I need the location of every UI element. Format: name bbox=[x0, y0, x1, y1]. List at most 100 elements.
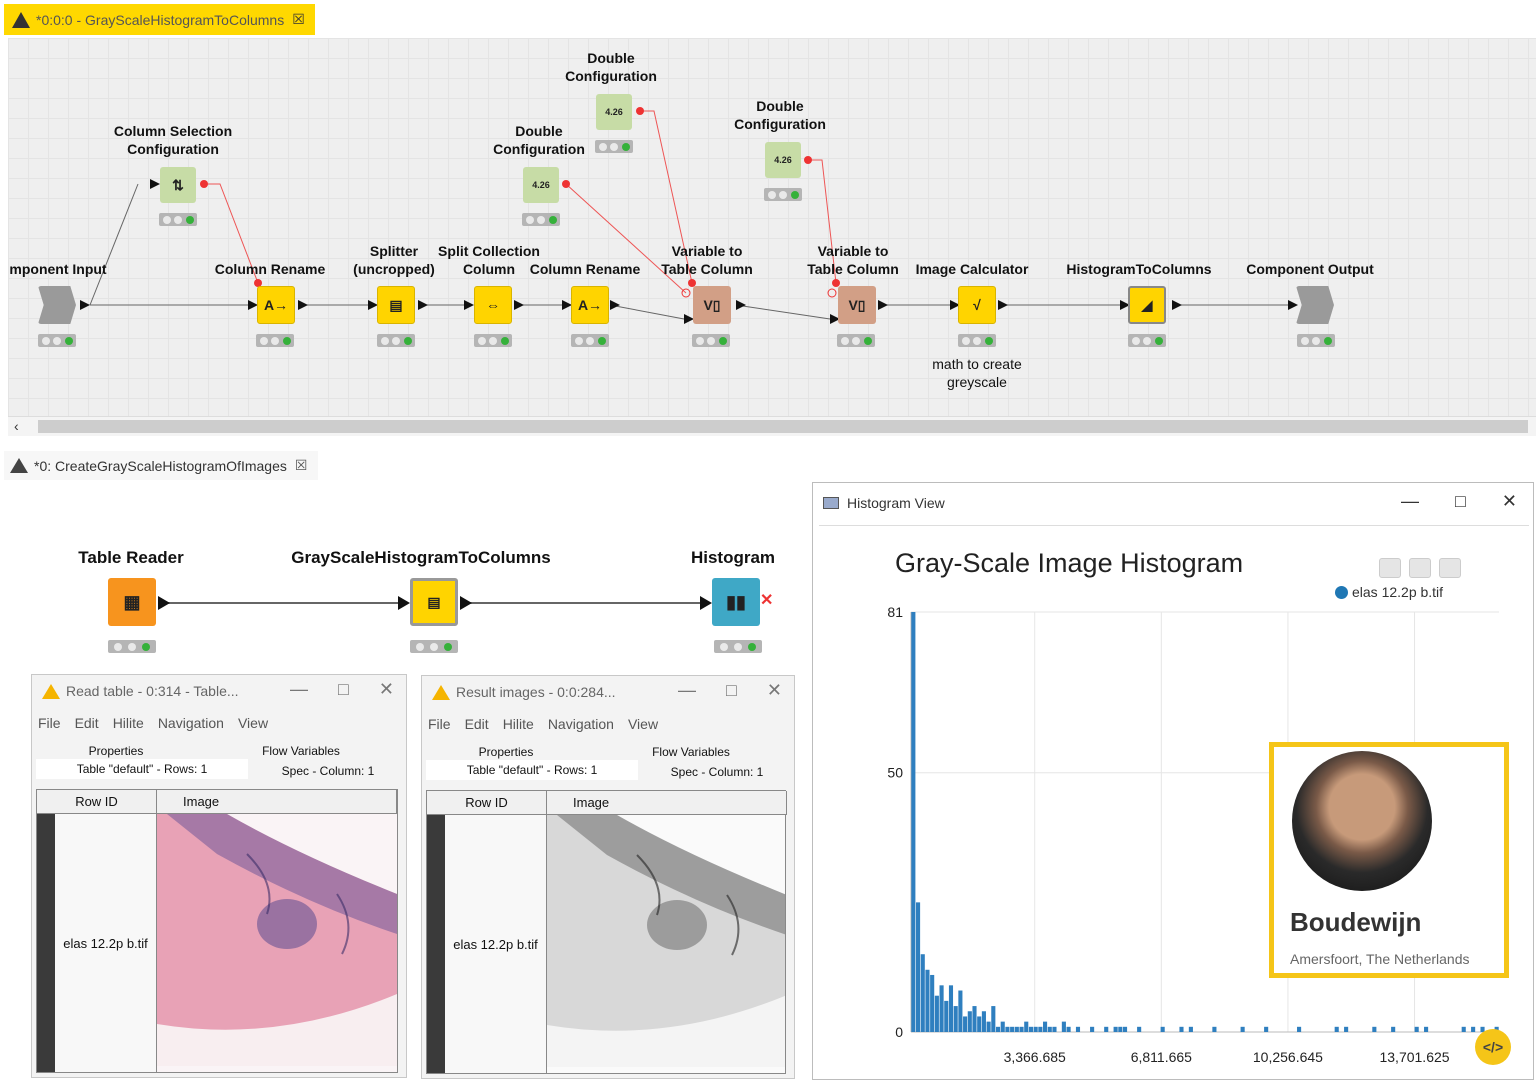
close-icon[interactable]: ✕ bbox=[379, 679, 394, 700]
workflow-canvas-top[interactable]: mponent Input Column Selection Configura… bbox=[8, 38, 1536, 416]
editor-tab-bottom[interactable]: *0: CreateGrayScaleHistogramOfImages ☒ bbox=[4, 451, 318, 480]
menu-view[interactable]: View bbox=[238, 715, 268, 731]
editor-tab-title: *0: CreateGrayScaleHistogramOfImages bbox=[34, 457, 287, 474]
tab-flow-variables[interactable]: Flow Variables bbox=[606, 742, 776, 762]
config-value: 4.26 bbox=[605, 107, 623, 117]
tab-flow-variables[interactable]: Flow Variables bbox=[216, 741, 386, 761]
column-header-image[interactable]: Image bbox=[157, 790, 397, 814]
histogram-to-columns-node[interactable]: ◢ bbox=[1128, 286, 1166, 324]
node-status bbox=[256, 334, 294, 347]
read-table-window[interactable]: Read table - 0:314 - Table... — □ ✕ File… bbox=[31, 674, 407, 1078]
double-config-node-1[interactable]: 4.26 bbox=[523, 167, 559, 203]
histogram-view-window[interactable]: Histogram View — □ ✕ Gray-Scale Image Hi… bbox=[812, 482, 1534, 1080]
menu-navigation[interactable]: Navigation bbox=[548, 716, 614, 732]
scroll-left-icon[interactable]: ‹ bbox=[14, 418, 19, 434]
column-header-rowid[interactable]: Row ID bbox=[427, 791, 547, 815]
tissue-image bbox=[157, 814, 397, 1066]
menu-edit[interactable]: Edit bbox=[75, 715, 99, 731]
editor-tab-top[interactable]: *0:0:0 - GrayScaleHistogramToColumns ☒ bbox=[4, 4, 315, 35]
window-title: Read table - 0:314 - Table... bbox=[42, 683, 239, 699]
histogram-bar bbox=[1061, 1021, 1066, 1032]
double-config-node-2[interactable]: 4.26 bbox=[596, 94, 632, 130]
minimize-icon[interactable]: — bbox=[290, 679, 308, 700]
double-config-node-3[interactable]: 4.26 bbox=[765, 142, 801, 178]
node-label-var-to-table-2: Variable to Table Column bbox=[807, 243, 899, 277]
menu-navigation[interactable]: Navigation bbox=[158, 715, 224, 731]
x-tick-label: 3,366.685 bbox=[1004, 1049, 1066, 1065]
table-reader-node[interactable]: ▦ bbox=[108, 578, 156, 626]
node-annotation: math to create greyscale bbox=[932, 356, 1022, 390]
image-cell bbox=[547, 815, 785, 1073]
tab-strip: Properties Flow Variables Table "default… bbox=[426, 742, 790, 786]
menu-view[interactable]: View bbox=[628, 716, 658, 732]
close-icon[interactable]: ✕ bbox=[1502, 491, 1517, 512]
histogram-bar bbox=[916, 902, 921, 1032]
variable-to-table-node-2[interactable]: V▯ bbox=[838, 286, 876, 324]
y-tick-label: 50 bbox=[887, 765, 903, 781]
minimize-icon[interactable]: — bbox=[1401, 491, 1419, 512]
close-icon[interactable]: ✕ bbox=[767, 680, 782, 701]
histogram-bar bbox=[1047, 1026, 1052, 1032]
node-status bbox=[108, 640, 156, 653]
column-header-image[interactable]: Image bbox=[547, 791, 787, 815]
histogram-bar bbox=[981, 1011, 986, 1032]
tab-properties[interactable]: Properties bbox=[36, 741, 196, 761]
node-status bbox=[377, 334, 415, 347]
histogram-bar bbox=[1010, 1026, 1015, 1032]
close-icon[interactable]: ☒ bbox=[292, 11, 305, 28]
close-icon[interactable]: ☒ bbox=[295, 457, 308, 474]
histogram-bar bbox=[1043, 1021, 1048, 1032]
split-collection-node[interactable]: ⇔ bbox=[474, 286, 512, 324]
node-label-split-collection: Split Collection Column bbox=[438, 243, 540, 277]
tab-table[interactable]: Table "default" - Rows: 1 bbox=[36, 759, 248, 779]
maximize-icon[interactable]: □ bbox=[338, 679, 349, 700]
code-button[interactable]: </> bbox=[1475, 1029, 1511, 1065]
histogram-bar bbox=[1090, 1026, 1095, 1032]
node-label-column-selection: Column Selection Configuration bbox=[113, 123, 233, 157]
node-status bbox=[958, 334, 996, 347]
histogram-bar bbox=[958, 990, 963, 1032]
column-rename-node-2[interactable]: A→ bbox=[571, 286, 609, 324]
histogram-bar bbox=[977, 1016, 982, 1032]
maximize-icon[interactable]: □ bbox=[1455, 491, 1466, 512]
histogram-bar bbox=[930, 974, 935, 1032]
image-calculator-node[interactable]: √ bbox=[958, 286, 996, 324]
menu-hilite[interactable]: Hilite bbox=[503, 716, 534, 732]
tab-properties[interactable]: Properties bbox=[426, 742, 586, 762]
column-rename-node-1[interactable]: A→ bbox=[257, 286, 295, 324]
minimize-icon[interactable]: — bbox=[678, 680, 696, 701]
tab-spec[interactable]: Spec - Column: 1 bbox=[254, 761, 402, 781]
config-value: 4.26 bbox=[774, 155, 792, 165]
horizontal-scrollbar[interactable]: ‹ bbox=[8, 416, 1536, 436]
gray-histogram-component-node[interactable]: ▤ bbox=[410, 578, 458, 626]
node-label-component-input: mponent Input bbox=[9, 261, 107, 277]
tab-spec[interactable]: Spec - Column: 1 bbox=[644, 762, 790, 782]
histogram-bar bbox=[986, 1021, 991, 1032]
histogram-bar bbox=[1113, 1026, 1118, 1032]
menu-hilite[interactable]: Hilite bbox=[113, 715, 144, 731]
menu-edit[interactable]: Edit bbox=[465, 716, 489, 732]
component-input-node[interactable] bbox=[38, 286, 76, 324]
menu-file[interactable]: File bbox=[428, 716, 451, 732]
variable-to-table-node-1[interactable]: V▯ bbox=[693, 286, 731, 324]
result-images-window[interactable]: Result images - 0:0:284... — □ ✕ File Ed… bbox=[421, 675, 795, 1079]
column-header-rowid[interactable]: Row ID bbox=[37, 790, 157, 814]
tab-strip: Properties Flow Variables Table "default… bbox=[36, 741, 402, 785]
splitter-node[interactable]: ▤ bbox=[377, 286, 415, 324]
histogram-bar bbox=[1372, 1026, 1377, 1032]
scrollbar-thumb[interactable] bbox=[38, 420, 1528, 433]
histogram-bar bbox=[972, 1006, 977, 1032]
row-header bbox=[37, 814, 55, 1072]
node-status bbox=[1297, 334, 1335, 347]
histogram-bar bbox=[1414, 1026, 1419, 1032]
tab-table[interactable]: Table "default" - Rows: 1 bbox=[426, 760, 638, 780]
menu-file[interactable]: File bbox=[38, 715, 61, 731]
node-status bbox=[159, 213, 197, 226]
maximize-icon[interactable]: □ bbox=[726, 680, 737, 701]
histogram-node[interactable]: ▮▮ bbox=[712, 578, 760, 626]
column-selection-config-node[interactable]: ⇅ bbox=[160, 167, 196, 203]
warning-icon bbox=[12, 11, 30, 28]
histogram-bar bbox=[934, 995, 939, 1032]
window-controls: — □ ✕ bbox=[678, 680, 782, 701]
node-label-table-reader: Table Reader bbox=[78, 548, 184, 567]
